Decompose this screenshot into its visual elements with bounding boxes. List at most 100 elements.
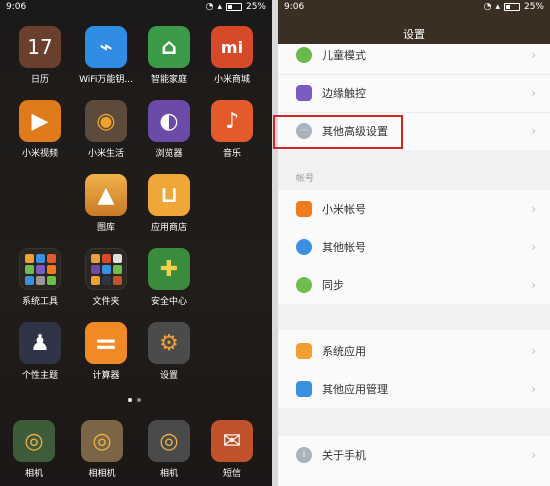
smart-home-icon: ⌂	[148, 26, 190, 68]
chevron-right-icon: ›	[531, 202, 536, 216]
app-label: 图库	[96, 223, 115, 233]
app-label: 短信	[222, 469, 241, 479]
row-label: 小米帐号	[322, 203, 366, 216]
row-label: 其他应用管理	[322, 383, 388, 396]
app-label: 小米视频	[21, 149, 58, 159]
settings-screen: 9:06 ◔ ▴ 25% 设置 儿童模式 › 边缘触控 › ··· 其他高级设置…	[278, 0, 550, 486]
status-bar: 9:06 ◔ ▴ 25%	[278, 0, 550, 14]
dock-app-camera-2[interactable]: ◎ 相相机	[72, 420, 132, 479]
app-calculator[interactable]: = 计算器	[76, 322, 136, 381]
section-gap	[278, 408, 550, 436]
app-label: 文件夹	[92, 297, 120, 307]
app-themes[interactable]: ♟ 个性主题	[10, 322, 70, 381]
settings-row-system-apps[interactable]: 系统应用 ›	[278, 332, 550, 370]
app-mi-store[interactable]: mi 小米商城	[202, 26, 262, 85]
section-header-accounts: 帐号	[296, 174, 315, 184]
settings-row-sync[interactable]: 同步 ›	[278, 266, 550, 304]
app-label: 应用商店	[150, 223, 187, 233]
app-app-store[interactable]: ⊔ 应用商店	[139, 174, 199, 233]
signal-icon: ▴	[217, 2, 222, 12]
app-browser[interactable]: ◐ 浏览器	[139, 100, 199, 159]
app-label: 浏览器	[155, 149, 183, 159]
settings-row-app-management[interactable]: 其他应用管理 ›	[278, 370, 550, 408]
folder-system-tools[interactable]: 系统工具	[10, 248, 70, 307]
app-label: 安全中心	[150, 297, 187, 307]
app-label: 设置	[159, 371, 178, 381]
mi-account-icon	[296, 201, 312, 217]
screenshot: 9:06 ◔ ▴ 25% 17 日历 ⌁ WiFi万能钥... ⌂ 智能家庭 m…	[0, 0, 550, 486]
chevron-right-icon: ›	[531, 86, 536, 100]
battery-icon	[503, 3, 520, 11]
camera-icon: ◎	[148, 420, 190, 462]
home-screen: 9:06 ◔ ▴ 25% 17 日历 ⌁ WiFi万能钥... ⌂ 智能家庭 m…	[0, 0, 272, 486]
browser-icon: ◐	[148, 100, 190, 142]
settings-row-child-mode[interactable]: 儿童模式 ›	[278, 36, 550, 74]
app-settings[interactable]: ⚙ 设置	[139, 322, 199, 381]
folder-icon	[85, 248, 127, 290]
row-label: 边缘触控	[322, 87, 366, 100]
app-mi-life[interactable]: ◉ 小米生活	[76, 100, 136, 159]
about-phone-icon: i	[296, 447, 312, 463]
app-calendar[interactable]: 17 日历	[10, 26, 70, 85]
wifi-key-icon: ⌁	[85, 26, 127, 68]
app-security-center[interactable]: ✚ 安全中心	[139, 248, 199, 307]
music-icon: ♪	[211, 100, 253, 142]
app-label: 智能家庭	[150, 75, 187, 85]
settings-row-other-accounts[interactable]: 其他帐号 ›	[278, 228, 550, 266]
wifi-icon: ◔	[205, 2, 214, 12]
chevron-right-icon: ›	[531, 382, 536, 396]
themes-icon: ♟	[19, 322, 61, 364]
app-wifi-key[interactable]: ⌁ WiFi万能钥...	[76, 26, 136, 85]
other-accounts-icon	[296, 239, 312, 255]
app-label: 日历	[30, 75, 49, 85]
system-apps-icon	[296, 343, 312, 359]
battery-level: 25%	[245, 2, 266, 12]
system-tools-folder-icon	[19, 248, 61, 290]
sync-icon	[296, 277, 312, 293]
row-label: 儿童模式	[322, 49, 366, 62]
status-bar: 9:06 ◔ ▴ 25%	[0, 0, 272, 14]
app-store-icon: ⊔	[148, 174, 190, 216]
signal-icon: ▴	[495, 2, 500, 12]
row-label: 同步	[322, 279, 344, 292]
row-label: 其他帐号	[322, 241, 366, 254]
section-gap	[278, 304, 550, 330]
app-label: 系统工具	[21, 297, 58, 307]
settings-icon: ⚙	[148, 322, 190, 364]
row-label: 系统应用	[322, 345, 366, 358]
app-label: 音乐	[222, 149, 241, 159]
status-time: 9:06	[6, 2, 27, 12]
mi-store-icon: mi	[211, 26, 253, 68]
page-indicator[interactable]	[128, 398, 141, 402]
calculator-icon: =	[85, 322, 127, 364]
settings-row-edge-touch[interactable]: 边缘触控 ›	[278, 74, 550, 112]
settings-row-about-phone[interactable]: i 关于手机 ›	[278, 436, 550, 474]
app-label: 小米生活	[87, 149, 124, 159]
app-management-icon	[296, 381, 312, 397]
app-smart-home[interactable]: ⌂ 智能家庭	[139, 26, 199, 85]
gallery-icon: ▲	[85, 174, 127, 216]
child-mode-icon	[296, 47, 312, 63]
edge-touch-icon	[296, 85, 312, 101]
status-time: 9:06	[284, 2, 305, 12]
page-dot	[137, 398, 141, 402]
app-music[interactable]: ♪ 音乐	[202, 100, 262, 159]
app-gallery[interactable]: ▲ 图库	[76, 174, 136, 233]
app-label: 相相机	[88, 469, 116, 479]
app-label: 小米商城	[213, 75, 250, 85]
chevron-right-icon: ›	[531, 344, 536, 358]
chevron-right-icon: ›	[531, 240, 536, 254]
folder-files[interactable]: 文件夹	[76, 248, 136, 307]
app-video[interactable]: ▶ 小米视频	[10, 100, 70, 159]
dock-app-sms[interactable]: ✉ 短信	[202, 420, 262, 479]
wifi-icon: ◔	[483, 2, 492, 12]
highlight-box	[273, 115, 403, 149]
dock-app-camera[interactable]: ◎ 相机	[4, 420, 64, 479]
section-gap	[278, 150, 550, 194]
battery-icon	[225, 3, 242, 11]
chevron-right-icon: ›	[531, 278, 536, 292]
dock-app-camera-3[interactable]: ◎ 相机	[139, 420, 199, 479]
settings-row-mi-account[interactable]: 小米帐号 ›	[278, 190, 550, 228]
chevron-right-icon: ›	[531, 124, 536, 138]
chevron-right-icon: ›	[531, 448, 536, 462]
